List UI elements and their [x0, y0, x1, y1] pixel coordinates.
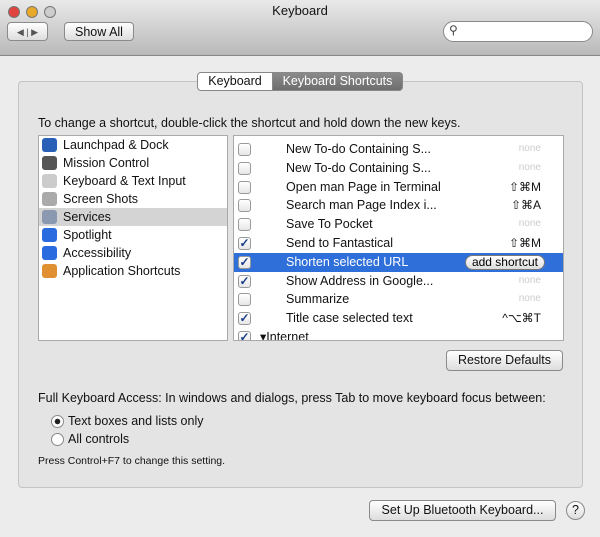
radio-text-boxes-label[interactable]: Text boxes and lists only [68, 414, 204, 428]
launchpad-icon [42, 138, 57, 152]
show-all-button[interactable]: Show All [64, 22, 134, 41]
back-forward-buttons[interactable]: ◀ | ▶ [7, 22, 48, 41]
app-shortcuts-icon [42, 264, 57, 278]
gear-icon [42, 210, 57, 224]
spotlight-icon [42, 228, 57, 242]
category-item[interactable]: Screen Shots [39, 190, 227, 208]
category-item[interactable]: Application Shortcuts [39, 262, 227, 280]
checkbox[interactable] [238, 161, 251, 175]
shortcut-name: Send to Fantastical [286, 235, 394, 250]
mission-control-icon [42, 156, 57, 170]
category-item[interactable]: Spotlight [39, 226, 227, 244]
shortcut-name: Search man Page Index i... [286, 198, 437, 213]
category-label: Mission Control [63, 156, 150, 170]
shortcut-name: Summarize [286, 292, 350, 307]
category-item[interactable]: Launchpad & Dock [39, 136, 227, 154]
full-access-label: Full Keyboard Access: In windows and dia… [38, 391, 546, 405]
radio-all-controls-label[interactable]: All controls [68, 432, 129, 446]
search-icon: ⚲ [449, 23, 458, 37]
checkbox[interactable] [238, 143, 251, 156]
shortcut-list[interactable]: New To-do Containing S... none New To-do C… [233, 135, 564, 341]
forward-icon[interactable]: ▶ [31, 27, 38, 37]
shortcut-row[interactable]: Open man Page in Terminal ⇧⌘M [234, 178, 563, 197]
shortcut-row[interactable]: ✓ Title case selected text ^⌥⌘T [234, 309, 563, 328]
shortcut-row[interactable]: New To-do Containing S... none [234, 140, 563, 159]
shortcut-name: New To-do Containing S... [286, 142, 431, 156]
shortcut-row[interactable]: New To-do Containing S... none [234, 159, 563, 178]
shortcut-name: Show Address in Google... [286, 273, 434, 288]
checkbox[interactable]: ✓ [238, 274, 251, 288]
category-label: Services [63, 210, 111, 224]
category-item[interactable]: Services [39, 208, 227, 226]
shortcut-row[interactable]: ✓ Send to Fantastical ⇧⌘M [234, 234, 563, 253]
help-button[interactable]: ? [566, 501, 585, 520]
radio-all-controls[interactable] [51, 433, 64, 446]
shortcut-row[interactable]: Search man Page Index i... ⇧⌘A [234, 196, 563, 215]
bluetooth-keyboard-button[interactable]: Set Up Bluetooth Keyboard... [369, 500, 556, 521]
checkbox[interactable] [238, 199, 251, 213]
tab-keyboard-shortcuts[interactable]: Keyboard Shortcuts [272, 72, 403, 91]
shortcut-row[interactable]: ✓ Shorten selected URL add shortcut [234, 252, 563, 272]
shortcut-name: Save To Pocket [286, 217, 373, 232]
category-label: Spotlight [63, 228, 112, 242]
checkbox[interactable] [238, 293, 251, 307]
shortcut-key[interactable]: ⇧⌘M [509, 178, 541, 197]
shortcut-row[interactable]: ✓ ▾Internet [234, 328, 563, 341]
shortcut-key[interactable]: none [519, 215, 541, 234]
category-label: Accessibility [63, 246, 132, 260]
category-list[interactable]: Launchpad & Dock Mission Control Keyboard … [38, 135, 228, 341]
tab-keyboard[interactable]: Keyboard [197, 72, 273, 91]
checkbox[interactable]: ✓ [238, 236, 251, 250]
category-item[interactable]: Accessibility [39, 244, 227, 262]
category-label: Application Shortcuts [63, 264, 181, 278]
checkbox[interactable] [238, 180, 251, 194]
shortcut-key[interactable]: none [519, 290, 541, 309]
screenshot-icon [42, 192, 57, 206]
checkbox[interactable]: ✓ [238, 330, 251, 340]
shortcut-key[interactable]: none [519, 272, 541, 291]
shortcut-key[interactable]: ⇧⌘A [511, 196, 541, 215]
add-shortcut-button[interactable]: add shortcut [464, 254, 545, 270]
category-label: Screen Shots [63, 192, 139, 206]
window-title: Keyboard [272, 3, 328, 18]
keyboard-icon [42, 174, 57, 188]
checkbox[interactable]: ✓ [238, 312, 251, 326]
hint-text: Press Control+F7 to change this setting. [38, 455, 226, 467]
restore-defaults-button[interactable]: Restore Defaults [446, 350, 563, 371]
shortcut-name: Open man Page in Terminal [286, 179, 441, 194]
checkbox[interactable]: ✓ [238, 255, 251, 269]
shortcut-name: Title case selected text [286, 311, 413, 326]
back-icon[interactable]: ◀ [17, 27, 24, 37]
shortcut-key[interactable]: ^⌥⌘T [502, 309, 541, 328]
shortcut-name: Shorten selected URL [286, 254, 409, 269]
shortcut-row[interactable]: Summarize none [234, 290, 563, 309]
shortcut-key[interactable]: ⇧⌘M [509, 234, 541, 253]
category-item[interactable]: Keyboard & Text Input [39, 172, 227, 190]
radio-text-boxes[interactable] [51, 415, 64, 428]
instruction-text: To change a shortcut, double-click the s… [38, 116, 461, 130]
shortcut-key[interactable]: none [519, 140, 541, 159]
shortcut-row[interactable]: Save To Pocket none [234, 215, 563, 234]
shortcut-row[interactable]: ✓ Show Address in Google... none [234, 272, 563, 291]
shortcut-name: New To-do Containing S... [286, 160, 431, 175]
category-item[interactable]: Mission Control [39, 154, 227, 172]
shortcut-key[interactable]: none [519, 159, 541, 178]
search-input[interactable]: ⚲ [443, 21, 593, 42]
category-label: Keyboard & Text Input [63, 174, 186, 188]
checkbox[interactable] [238, 218, 251, 232]
shortcut-name: ▾Internet [260, 329, 309, 341]
accessibility-icon [42, 246, 57, 260]
category-label: Launchpad & Dock [63, 138, 169, 152]
